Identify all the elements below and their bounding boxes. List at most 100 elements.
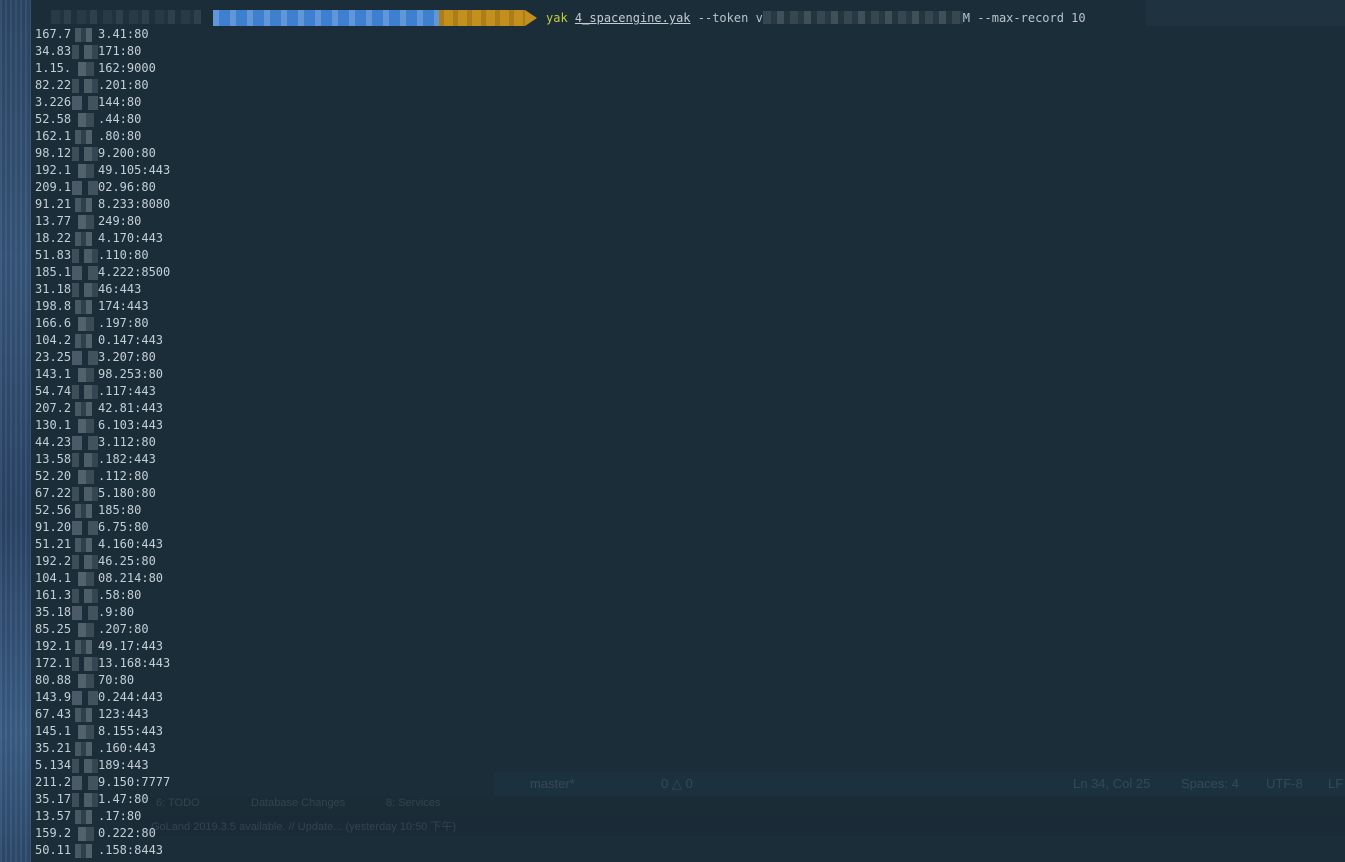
ip-port-suffix: 174:443 xyxy=(98,299,149,313)
ip-prefix: 67.43 xyxy=(35,707,72,721)
ip-prefix: 104.1 xyxy=(35,571,72,585)
ip-prefix: 44.23 xyxy=(35,435,72,449)
redacted-ip-segment xyxy=(72,537,98,552)
output-line: 13.77 249:80 xyxy=(35,213,170,230)
redacted-ip-segment xyxy=(72,282,98,297)
ip-prefix: 166.6 xyxy=(35,316,72,330)
output-line: 18.22 4.170:443 xyxy=(35,230,170,247)
redacted-ip-segment xyxy=(72,758,98,773)
redacted-ip-segment xyxy=(72,248,98,263)
ip-port-suffix: .160:443 xyxy=(98,741,156,755)
ip-prefix: 52.20 xyxy=(35,469,72,483)
redacted-ip-segment xyxy=(72,112,98,127)
output-line: 143.1 98.253:80 xyxy=(35,366,170,383)
ip-prefix: 211.2 xyxy=(35,775,72,789)
ip-port-suffix: .201:80 xyxy=(98,78,149,92)
output-line: 51.83 .110:80 xyxy=(35,247,170,264)
ghost-services-tab: 8: Services xyxy=(386,797,441,809)
output-line: 67.43 123:443 xyxy=(35,706,170,723)
redacted-ip-segment xyxy=(72,690,98,705)
redacted-ip-segment xyxy=(72,61,98,76)
ip-prefix: 18.22 xyxy=(35,231,72,245)
redacted-ip-segment xyxy=(72,724,98,739)
ip-port-suffix: 02.96:80 xyxy=(98,180,156,194)
ghost-db-tab: Database Changes xyxy=(251,797,346,809)
ip-port-suffix: 0.222:80 xyxy=(98,826,156,840)
command-script-file[interactable]: 4_spacengine.yak xyxy=(575,11,691,25)
output-line: 207.2 42.81:443 xyxy=(35,400,170,417)
ip-port-suffix: 162:9000 xyxy=(98,61,156,75)
ip-prefix: 13.77 xyxy=(35,214,72,228)
ip-port-suffix: 3.207:80 xyxy=(98,350,156,364)
ip-port-suffix: .9:80 xyxy=(98,605,135,619)
output-line: 209.1 02.96:80 xyxy=(35,179,170,196)
ghost-branch: master* xyxy=(530,776,575,791)
ip-prefix: 209.1 xyxy=(35,180,72,194)
output-line: 185.1 4.222:8500 xyxy=(35,264,170,281)
redacted-ip-segment xyxy=(72,656,98,671)
ip-port-suffix: 123:443 xyxy=(98,707,149,721)
output-line: 104.1 08.214:80 xyxy=(35,570,170,587)
ip-port-suffix: 144:80 xyxy=(98,95,142,109)
redacted-ip-segment xyxy=(72,452,98,467)
prompt-directory-segment xyxy=(213,10,439,26)
redacted-ip-segment xyxy=(72,367,98,382)
ip-prefix: 3.226 xyxy=(35,95,72,109)
output-line: 211.2 9.150:7777 xyxy=(35,774,170,791)
ip-prefix: 91.21 xyxy=(35,197,72,211)
ip-prefix: 167.7 xyxy=(35,27,72,41)
ip-prefix: 192.1 xyxy=(35,639,72,653)
terminal-window[interactable]: master* 0 △ 0 Ln 34, Col 25 Spaces: 4 UT… xyxy=(31,0,1345,862)
ip-prefix: 91.20 xyxy=(35,520,72,534)
ip-prefix: 52.56 xyxy=(35,503,72,517)
output-line: 167.7 3.41:80 xyxy=(35,26,170,43)
ip-port-suffix: 1.47:80 xyxy=(98,792,149,806)
redacted-ip-segment xyxy=(72,384,98,399)
ghost-position: Ln 34, Col 25 xyxy=(1073,776,1151,791)
redacted-ip-segment xyxy=(72,520,98,535)
redacted-ip-segment xyxy=(72,316,98,331)
output-line: 91.21 8.233:8080 xyxy=(35,196,170,213)
ip-port-suffix: 4.160:443 xyxy=(98,537,164,551)
ip-port-suffix: 8.155:443 xyxy=(98,724,164,738)
redacted-ip-segment xyxy=(72,129,98,144)
ip-port-suffix: 5.180:80 xyxy=(98,486,156,500)
ip-port-suffix: .80:80 xyxy=(98,129,142,143)
ip-port-suffix: 6.75:80 xyxy=(98,520,149,534)
redacted-ip-segment xyxy=(72,27,98,42)
ip-port-suffix: 70:80 xyxy=(98,673,135,687)
ip-prefix: 145.1 xyxy=(35,724,72,738)
ip-prefix: 192.2 xyxy=(35,554,72,568)
ip-prefix: 13.58 xyxy=(35,452,72,466)
ip-prefix: 185.1 xyxy=(35,265,72,279)
output-line: 172.1 13.168:443 xyxy=(35,655,170,672)
ip-prefix: 54.74 xyxy=(35,384,72,398)
redacted-ip-segment xyxy=(72,469,98,484)
ghost-counts: 0 △ 0 xyxy=(661,776,693,791)
ip-prefix: 98.12 xyxy=(35,146,72,160)
redacted-ip-segment xyxy=(72,605,98,620)
ip-port-suffix: 42.81:443 xyxy=(98,401,164,415)
ip-port-suffix: 3.41:80 xyxy=(98,27,149,41)
ip-port-suffix: .207:80 xyxy=(98,622,149,636)
output-line: 34.83 171:80 xyxy=(35,43,170,60)
prompt-git-segment xyxy=(439,10,525,26)
ip-port-suffix: .44:80 xyxy=(98,112,142,126)
prompt-line[interactable]: yak 4_spacengine.yak --token v M --max-re… xyxy=(31,6,1345,28)
redacted-ip-segment xyxy=(72,792,98,807)
ip-prefix: 85.25 xyxy=(35,622,72,636)
command-output: 167.7 3.41:80 34.83 171:80 1.15. 162:9000 82.2… xyxy=(35,26,170,859)
ip-port-suffix: 4.222:8500 xyxy=(98,265,171,279)
output-line: 52.56 185:80 xyxy=(35,502,170,519)
output-line: 192.1 49.17:443 xyxy=(35,638,170,655)
output-line: 198.8 174:443 xyxy=(35,298,170,315)
output-line: 31.18 46:443 xyxy=(35,281,170,298)
command-text[interactable]: yak 4_spacengine.yak --token v M --max-re… xyxy=(546,10,1086,26)
redacted-ip-segment xyxy=(72,707,98,722)
ip-port-suffix: 46.25:80 xyxy=(98,554,156,568)
ip-port-suffix: 0.244:443 xyxy=(98,690,164,704)
ip-port-suffix: 49.105:443 xyxy=(98,163,171,177)
ip-port-suffix: 98.253:80 xyxy=(98,367,164,381)
ip-port-suffix: 8.233:8080 xyxy=(98,197,171,211)
output-line: 85.25 .207:80 xyxy=(35,621,170,638)
